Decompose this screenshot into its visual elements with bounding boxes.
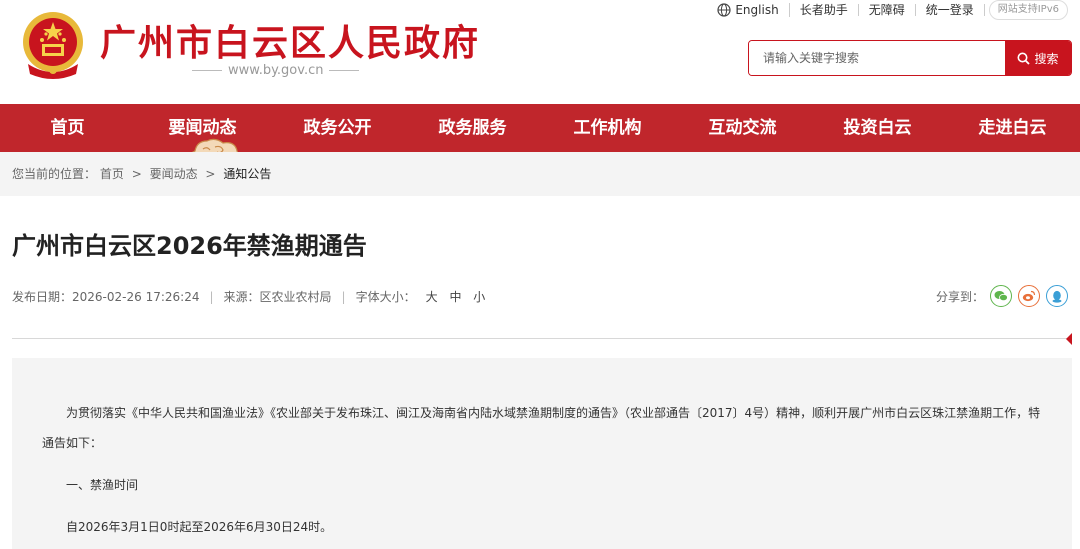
url-left-rule [192, 70, 222, 71]
meta-divider: | [209, 289, 214, 304]
english-label: English [735, 3, 779, 17]
publish-date: 2026-02-26 17:26:24 [72, 289, 200, 304]
national-emblem-icon[interactable] [18, 8, 88, 82]
elder-assistant-label: 长者助手 [799, 3, 848, 17]
share-wechat-button[interactable] [990, 285, 1012, 307]
search-button[interactable]: 搜索 [1005, 41, 1071, 75]
article-paragraph: 一、禁渔时间 [66, 478, 139, 492]
nav-item-invest[interactable]: 投资白云 [810, 104, 945, 152]
breadcrumb: 您当前的位置： 首页 > 要闻动态 > 通知公告 [0, 152, 1080, 196]
wechat-icon [994, 291, 1008, 302]
share-bar: 分享到： [936, 285, 1068, 307]
meta-divider: | [341, 289, 346, 304]
url-right-rule [329, 70, 360, 71]
site-title[interactable]: 广州市白云区人民政府 [100, 14, 480, 66]
site-url-text: www.by.gov.cn [228, 63, 324, 78]
font-size-options: 大 中 小 [422, 288, 490, 305]
accessibility-label: 无障碍 [868, 3, 905, 17]
page: 广州市白云区人民政府 www.by.gov.cn English 长者助手 无障… [0, 0, 1080, 549]
source-label: 来源： [223, 290, 260, 304]
breadcrumb-home[interactable]: 首页 [100, 167, 124, 181]
breadcrumb-current[interactable]: 通知公告 [223, 167, 271, 181]
top-links: English 长者助手 无障碍 统一登录 网站支持IPv6 [707, 0, 1068, 20]
share-label: 分享到： [935, 289, 984, 304]
nav-item-about[interactable]: 走进白云 [945, 104, 1080, 152]
unified-login-label: 统一登录 [925, 3, 974, 17]
search-input[interactable] [749, 41, 1005, 75]
share-weibo-button[interactable] [1018, 285, 1040, 307]
divider-arrow-icon [1066, 333, 1072, 345]
font-size-large[interactable]: 大 [426, 290, 438, 304]
ipv6-badge: 网站支持IPv6 [988, 0, 1068, 20]
nav-item-home[interactable]: 首页 [0, 104, 135, 152]
header: 广州市白云区人民政府 www.by.gov.cn English 长者助手 无障… [0, 0, 1080, 104]
nav-item-gov-affairs-open[interactable]: 政务公开 [270, 104, 405, 152]
weibo-icon [1022, 290, 1036, 302]
nav-item-agencies[interactable]: 工作机构 [540, 104, 675, 152]
article-body: 为贯彻落实《中华人民共和国渔业法》《农业部关于发布珠江、闽江及海南省内陆水域禁渔… [12, 358, 1072, 549]
font-size-label: 字体大小： [355, 290, 416, 304]
qq-icon [1052, 290, 1062, 303]
article-meta: 发布日期： 2026-02-26 17:26:24 | 来源： 区农业农村局 |… [12, 288, 489, 305]
nav-item-interaction[interactable]: 互动交流 [675, 104, 810, 152]
unified-login-link[interactable]: 统一登录 [916, 4, 985, 16]
english-link[interactable]: English [707, 3, 790, 17]
search-box: 搜索 [748, 40, 1072, 76]
search-icon [1017, 52, 1031, 65]
share-qq-button[interactable] [1046, 285, 1068, 307]
accessibility-link[interactable]: 无障碍 [859, 4, 916, 16]
breadcrumb-news[interactable]: 要闻动态 [150, 167, 198, 181]
search-button-label: 搜索 [1034, 51, 1059, 66]
site-url: www.by.gov.cn [186, 63, 365, 78]
breadcrumb-separator: > [131, 167, 142, 181]
publish-date-label: 发布日期： [12, 290, 73, 304]
breadcrumb-prefix: 您当前的位置： [12, 167, 97, 181]
breadcrumb-separator: > [205, 167, 216, 181]
main-nav: 首页 要闻动态 政务公开 政务服务 工作机构 互动交流 投资白云 走进白云 [0, 104, 1080, 152]
font-size-small[interactable]: 小 [473, 290, 485, 304]
article-paragraph: 为贯彻落实《中华人民共和国渔业法》《农业部关于发布珠江、闽江及海南省内陆水域禁渔… [42, 406, 1041, 450]
article-title: 广州市白云区2026年禁渔期通告 [12, 232, 367, 260]
font-size-medium[interactable]: 中 [449, 290, 461, 304]
source-value: 区农业农村局 [259, 290, 332, 304]
nav-item-gov-services[interactable]: 政务服务 [405, 104, 540, 152]
elder-assistant-link[interactable]: 长者助手 [790, 4, 859, 16]
title-divider [12, 338, 1072, 339]
globe-icon [717, 3, 731, 17]
article-paragraph: 自2026年3月1日0时起至2026年6月30日24时。 [66, 520, 333, 534]
